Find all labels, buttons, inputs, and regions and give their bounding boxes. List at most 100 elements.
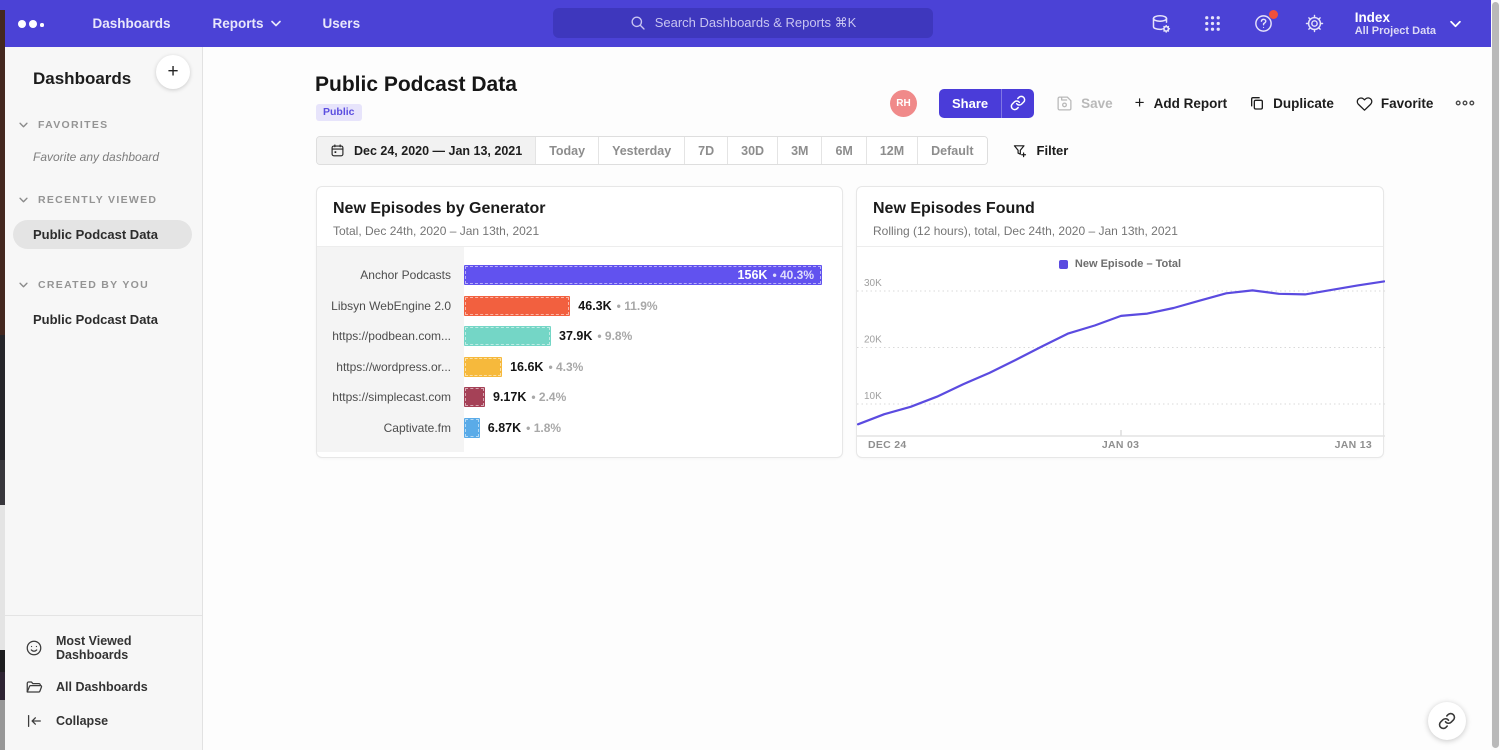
x-tick-label: DEC 24 [868, 439, 907, 451]
org-name: Index [1355, 10, 1436, 25]
date-toolbar: Dec 24, 2020 — Jan 13, 2021 Today Yester… [316, 136, 1068, 165]
org-switcher[interactable]: Index All Project Data [1355, 10, 1461, 38]
floating-link-button[interactable] [1428, 702, 1466, 740]
app-logo[interactable] [18, 20, 44, 28]
sidebar-header: Dashboards + [5, 47, 202, 89]
collapse-sidebar-button[interactable]: Collapse [5, 704, 202, 738]
bar-area: 46.3K• 11.9% [464, 296, 842, 316]
main-content: Public Podcast Data Public RH Share Save… [204, 47, 1491, 750]
sidebar-title: Dashboards [33, 69, 131, 88]
bar[interactable] [464, 418, 480, 438]
logo-dot [18, 20, 26, 28]
sidebar-section-label: FAVORITES [38, 119, 108, 131]
most-viewed-dashboards-button[interactable]: Most Viewed Dashboards [5, 626, 202, 670]
most-viewed-dashboards-label: Most Viewed Dashboards [56, 634, 202, 662]
scrollbar-thumb[interactable] [1492, 2, 1499, 748]
logo-dot [40, 23, 44, 27]
bar-percent-label: • 2.4% [531, 390, 566, 404]
nav-item-users[interactable]: Users [306, 16, 378, 31]
bar[interactable] [464, 357, 502, 377]
help-icon[interactable] [1253, 13, 1274, 34]
folder-icon [25, 678, 43, 696]
bar-chart-header: New Episodes by Generator Total, Dec 24t… [317, 187, 842, 247]
bar-value-label: 46.3K [578, 299, 611, 313]
favorite-button[interactable]: Favorite [1356, 95, 1434, 112]
bar[interactable]: 156K• 40.3% [464, 265, 822, 285]
duplicate-button[interactable]: Duplicate [1249, 95, 1334, 111]
bar[interactable] [464, 326, 551, 346]
more-options-button[interactable] [1455, 99, 1475, 107]
nav-item-reports-label: Reports [213, 16, 264, 31]
sidebar-section-recent: RECENTLY VIEWED Public Podcast Data [5, 194, 202, 249]
org-scope: All Project Data [1355, 25, 1436, 38]
sidebar-section-created-header[interactable]: CREATED BY YOU [5, 279, 202, 291]
preset-6m[interactable]: 6M [821, 137, 865, 164]
preset-today[interactable]: Today [535, 137, 598, 164]
svg-text:30K: 30K [864, 278, 882, 289]
bar-percent-label: • 4.3% [548, 360, 583, 374]
avatar[interactable]: RH [890, 90, 917, 117]
x-axis-labels: DEC 24 JAN 03 JAN 13 [857, 439, 1383, 451]
share-button[interactable]: Share [939, 89, 1001, 118]
preset-7d[interactable]: 7D [684, 137, 727, 164]
bar-area: 9.17K• 2.4% [464, 387, 842, 407]
all-dashboards-button[interactable]: All Dashboards [5, 670, 202, 704]
header-actions: RH Share Save + Add Report Duplicate Fav… [890, 89, 1475, 117]
bar-row: https://podbean.com...37.9K• 9.8% [317, 321, 842, 352]
sidebar-section-favorites-header[interactable]: FAVORITES [5, 119, 202, 131]
chevron-down-icon [19, 122, 28, 128]
bar[interactable] [464, 296, 570, 316]
date-range-control: Dec 24, 2020 — Jan 13, 2021 Today Yester… [316, 136, 988, 165]
preset-yesterday[interactable]: Yesterday [598, 137, 684, 164]
chevron-down-icon [1450, 20, 1461, 28]
line-chart-card: New Episodes Found Rolling (12 hours), t… [856, 186, 1384, 458]
bar-category-label: Libsyn WebEngine 2.0 [317, 299, 464, 313]
page-scrollbar[interactable] [1491, 0, 1500, 750]
top-nav: Dashboards Reports Users Search Dashboar… [0, 0, 1491, 47]
sidebar-item-public-podcast-data-2[interactable]: Public Podcast Data [13, 305, 192, 334]
date-range-value: Dec 24, 2020 — Jan 13, 2021 [354, 144, 522, 158]
sidebar-item-public-podcast-data[interactable]: Public Podcast Data [13, 220, 192, 249]
filter-button[interactable]: Filter [1012, 143, 1069, 159]
date-range-button[interactable]: Dec 24, 2020 — Jan 13, 2021 [317, 137, 535, 164]
nav-item-dashboards[interactable]: Dashboards [76, 16, 188, 31]
duplicate-label: Duplicate [1273, 96, 1334, 111]
settings-icon[interactable] [1304, 13, 1325, 34]
bar-row: Libsyn WebEngine 2.046.3K• 11.9% [317, 291, 842, 322]
preset-12m[interactable]: 12M [866, 137, 917, 164]
bar[interactable] [464, 387, 485, 407]
bar-chart-subtitle: Total, Dec 24th, 2020 – Jan 13th, 2021 [333, 224, 826, 238]
duplicate-icon [1249, 95, 1265, 111]
nav-left: Dashboards Reports Users [0, 16, 377, 31]
bar-row: Captivate.fm6.87K• 1.8% [317, 413, 842, 444]
preset-3m[interactable]: 3M [777, 137, 821, 164]
add-report-label: Add Report [1154, 96, 1228, 111]
save-button[interactable]: Save [1056, 95, 1113, 112]
add-dashboard-button[interactable]: + [156, 55, 190, 89]
plus-icon: + [1135, 93, 1145, 113]
filter-icon [1012, 143, 1028, 159]
add-report-button[interactable]: + Add Report [1135, 93, 1227, 113]
bar-area: 156K• 40.3% [464, 265, 844, 285]
link-icon [1010, 95, 1026, 111]
preset-default[interactable]: Default [917, 137, 986, 164]
global-search-input[interactable]: Search Dashboards & Reports ⌘K [553, 8, 933, 38]
more-icon [1455, 99, 1475, 107]
sidebar-section-created: CREATED BY YOU Public Podcast Data [5, 279, 202, 334]
data-sources-icon[interactable] [1150, 13, 1172, 35]
save-label: Save [1081, 96, 1113, 111]
nav-item-reports[interactable]: Reports [196, 16, 298, 31]
preset-30d[interactable]: 30D [727, 137, 777, 164]
bar-area: 37.9K• 9.8% [464, 326, 842, 346]
collapse-icon [25, 712, 43, 730]
sidebar-section-recent-header[interactable]: RECENTLY VIEWED [5, 194, 202, 206]
line-chart-title: New Episodes Found [873, 200, 1367, 218]
share-link-button[interactable] [1001, 89, 1034, 118]
collapse-label: Collapse [56, 714, 108, 728]
line-plot[interactable]: 10K20K30K [857, 248, 1385, 459]
svg-text:10K: 10K [864, 391, 882, 402]
apps-grid-icon[interactable] [1202, 13, 1223, 34]
bar-category-label: https://wordpress.or... [317, 360, 464, 374]
sidebar-section-label: RECENTLY VIEWED [38, 194, 157, 206]
x-tick-label: JAN 13 [1335, 439, 1372, 451]
